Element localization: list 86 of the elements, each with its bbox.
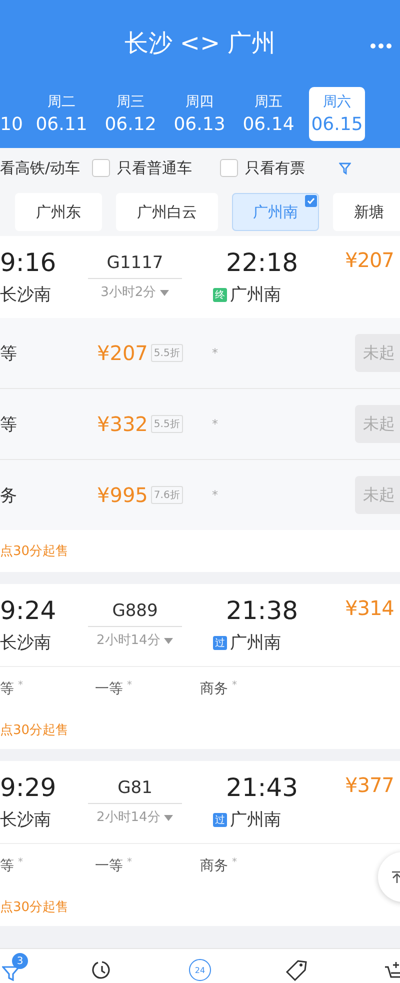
discount-tag: 5.5折 [150,415,183,433]
station-tag: 过 [213,636,227,650]
discount-tag: 7.6折 [150,486,183,504]
station-chip[interactable]: 新塘 [333,193,400,231]
departure-station: 长沙南 [0,284,52,306]
seat-availability: * [212,417,218,431]
arrival-time: 21:38 [226,596,300,625]
seat-price: ¥207 [97,341,148,365]
caret-icon [164,638,174,644]
arrival-time: 22:18 [226,248,300,277]
date-tab[interactable]: 10 [0,86,27,140]
duration-toggle[interactable]: 3小时2分 [100,283,170,301]
train-card[interactable]: 9:29 长沙南 G81 2小时14分 21:43 过 广州南 ¥377 等 * 一等 * 商务 * 点30分起售 [0,761,400,926]
arrival-station: 广州南 [230,284,281,306]
clock-icon[interactable] [91,959,113,981]
filter-option[interactable]: 只看普通车 [117,158,192,178]
arrival-station: 广州南 [230,632,281,654]
seat-class: 一等 [95,680,123,698]
sale-time-note: 点30分起售 [0,543,70,561]
date-tab[interactable]: 周四 06.13 [165,86,234,140]
cart-icon[interactable] [384,959,400,981]
caret-icon [160,290,170,296]
seat-class: 等 [0,857,14,875]
station-chip[interactable]: 广州南 [232,193,319,231]
departure-time: 9:24 [0,596,58,625]
seat-availability: * [232,857,237,868]
departure-time: 9:29 [0,773,58,802]
lowest-price: ¥207 [345,248,394,272]
seat-class: 等 [0,342,18,364]
check-icon [305,195,317,207]
station-tag: 终 [213,288,227,302]
seat-availability: * [127,680,132,691]
departure-station: 长沙南 [0,632,52,654]
date-tab[interactable]: 周五 06.14 [234,86,303,140]
arrival-station: 广州南 [230,809,281,831]
discount-tag: 5.5折 [150,344,183,362]
seat-availability: * [232,680,237,691]
seat-price: ¥995 [97,483,148,507]
count-badge: 3 [12,953,28,969]
departure-station: 长沙南 [0,809,52,831]
not-on-sale-button[interactable]: 未起 [355,405,400,443]
filter-icon[interactable] [339,162,352,174]
train-card[interactable]: 9:16 长沙南 G1117 3小时2分 22:18 终 广州南 ¥207 等 ¥207 5.5折 * 未起 等 ¥332 5.5折 * 未起 务 ¥995 7.6折 * 未起 点30分起售 [0,236,400,572]
seat-availability: * [212,488,218,502]
not-on-sale-button[interactable]: 未起 [355,476,400,514]
date-tab[interactable]: 周二 06.11 [27,86,96,140]
checkbox[interactable] [220,159,238,177]
sale-time-note: 点30分起售 [0,722,70,740]
seat-availability: * [212,346,218,360]
lowest-price: ¥377 [345,773,394,797]
seat-class: 等 [0,680,14,698]
seat-class: 等 [0,414,18,436]
station-tag: 过 [213,812,227,826]
station-chip[interactable]: 广州东 [15,193,102,231]
train-number: G81 [88,778,182,804]
seat-class: 商务 [200,680,228,698]
caret-icon [164,815,174,821]
seat-availability: * [127,857,132,868]
more-icon[interactable] [370,43,392,49]
filter-option[interactable]: 看高铁/动车 [0,158,80,178]
filter-icon[interactable] [2,963,20,981]
route-title: 长沙 <> 广州 [124,28,276,59]
tag-icon[interactable] [284,959,308,981]
train-number: G889 [88,601,182,627]
arrival-time: 21:43 [226,773,300,802]
seat-availability: * [18,857,23,868]
seat-class: 一等 [95,857,123,875]
seat-class: 务 [0,484,18,506]
arrow-up-icon [390,870,400,884]
station-chip[interactable]: 广州白云 [116,193,218,231]
seat-availability: * [18,680,23,691]
filter-option[interactable]: 只看有票 [245,158,306,178]
date-tab[interactable]: 周六 06.15 [309,86,365,140]
date-tab[interactable]: 周三 06.12 [96,86,165,140]
checkbox[interactable] [92,159,110,177]
train-number: G1117 [88,253,182,279]
duration-toggle[interactable]: 2小时14分 [96,808,174,826]
lowest-price: ¥314 [345,596,394,620]
departure-time: 9:16 [0,248,58,277]
sale-time-note: 点30分起售 [0,899,70,917]
day-circle-icon[interactable]: 24 [189,959,211,981]
duration-toggle[interactable]: 2小时14分 [96,631,174,649]
train-card[interactable]: 9:24 长沙南 G889 2小时14分 21:38 过 广州南 ¥314 等 * 一等 * 商务 * 点30分起售 [0,584,400,749]
seat-class: 商务 [200,857,228,875]
seat-price: ¥332 [97,412,148,436]
not-on-sale-button[interactable]: 未起 [355,334,400,372]
